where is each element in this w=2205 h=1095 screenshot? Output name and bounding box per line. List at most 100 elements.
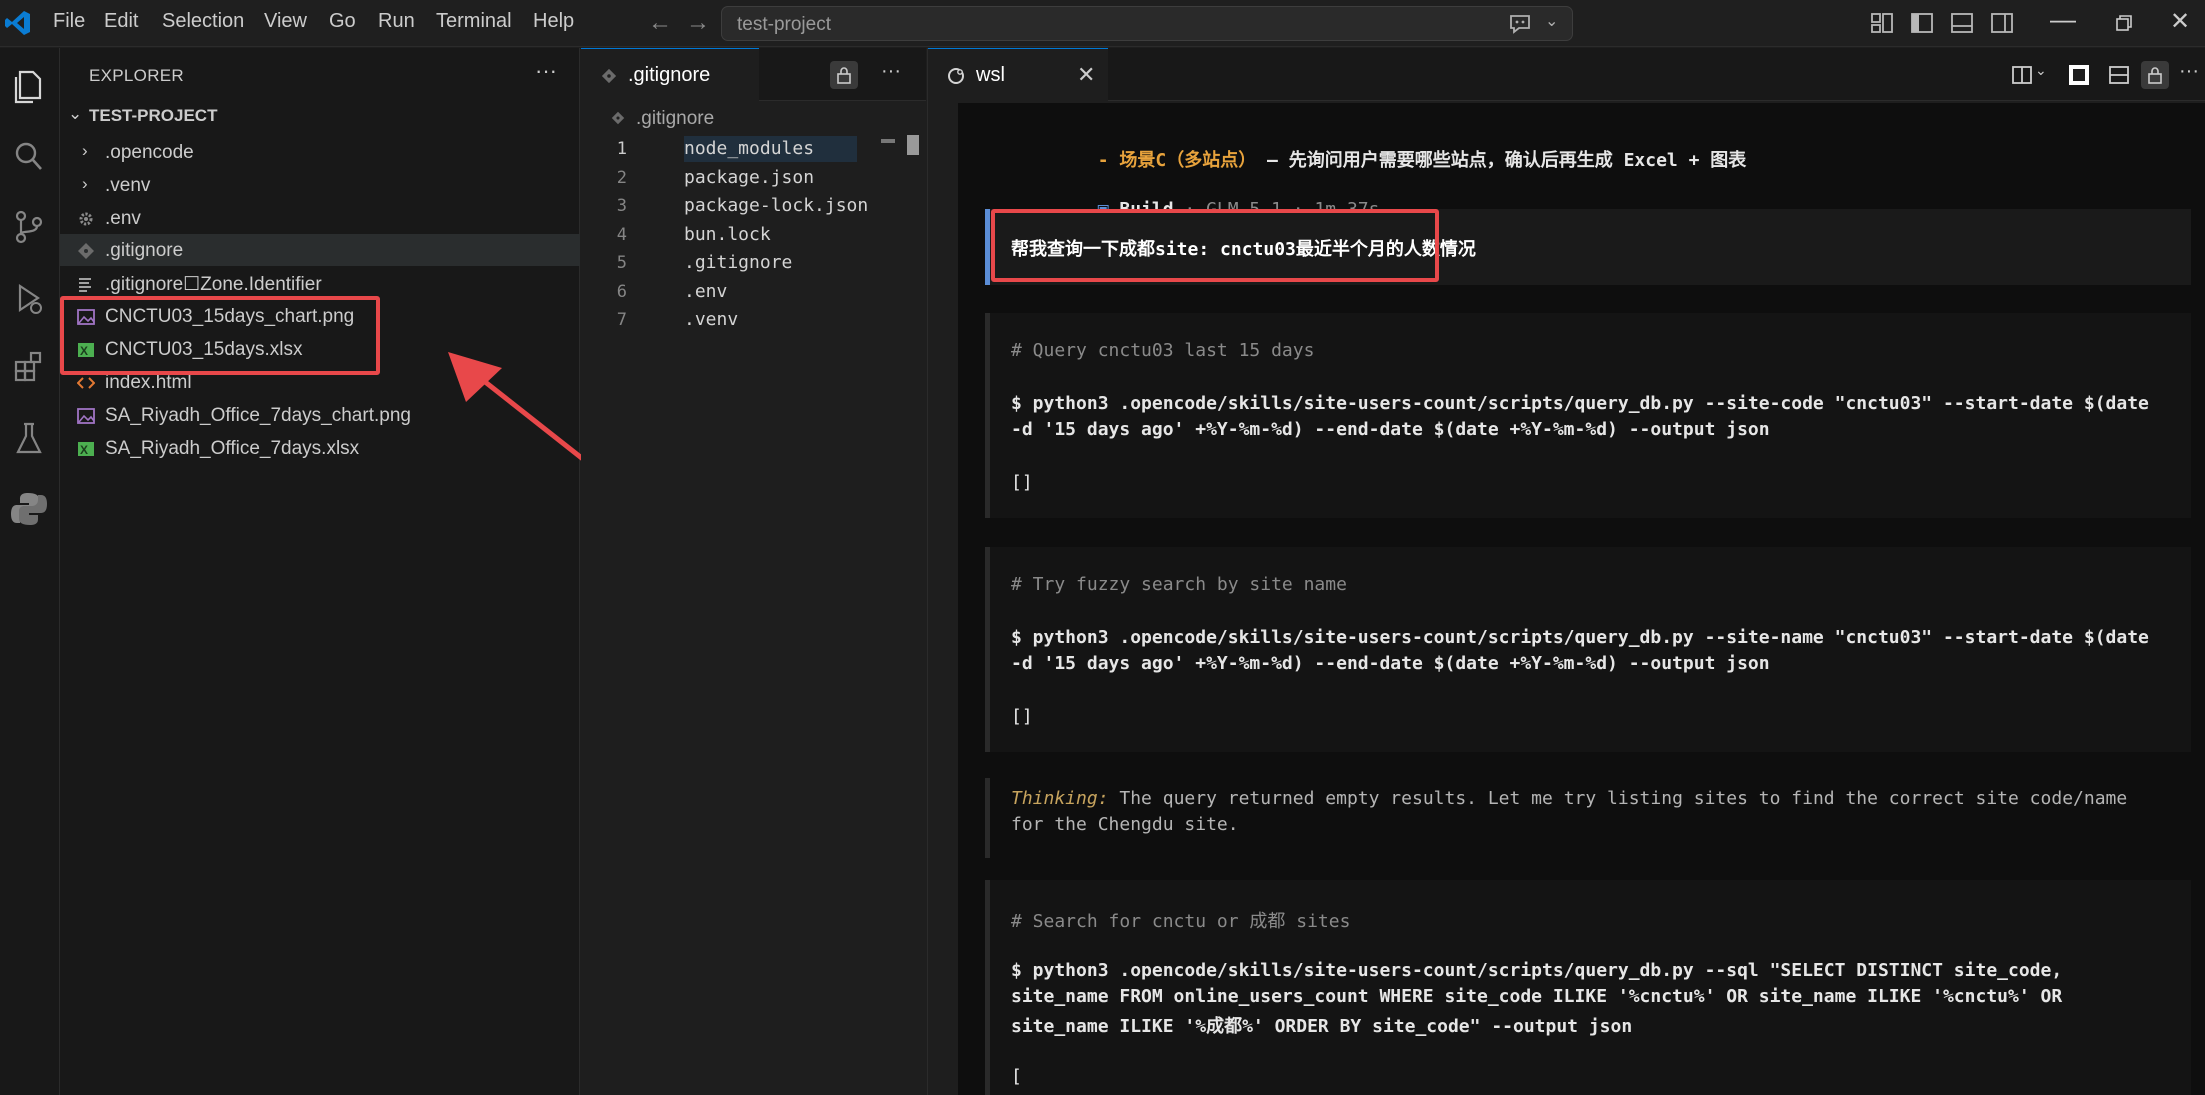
chevron-down-icon[interactable]: ⌄ [1545,11,1558,31]
menu-selection[interactable]: Selection [162,10,244,33]
command-center-search[interactable]: test-project ⌄ [721,6,1573,41]
menu-edit[interactable]: Edit [104,10,138,33]
thinking-text: for the Chengdu site. [1011,814,1239,835]
copilot-chat-icon[interactable] [1508,13,1532,35]
source-control-icon[interactable] [8,206,50,248]
menu-go[interactable]: Go [329,10,356,33]
tree-item-gitignore-zone[interactable]: .gitignore☐Zone.Identifier [60,267,580,299]
tree-item-label: .gitignore [105,240,184,261]
tree-item-label: SA_Riyadh_Office_7days.xlsx [105,438,360,459]
code-area[interactable]: node_modules package.json package-lock.j… [581,133,926,353]
block-comment: # Try fuzzy search by site name [1011,574,1347,595]
code-line: .gitignore [684,252,793,273]
split-editor-icon[interactable] [2011,64,2033,86]
thinking-label: Thinking: [1011,788,1109,809]
minimize-icon[interactable]: — [2050,4,2076,35]
menu-terminal[interactable]: Terminal [436,10,512,33]
project-folder[interactable]: TEST-PROJECT [89,106,217,126]
block-output: [ [1011,1066,1022,1087]
maximize-panel-icon[interactable] [2068,64,2090,86]
tab-wsl[interactable]: wsl ✕ [928,48,1108,101]
extensions-icon[interactable] [8,346,50,388]
editor-tab-bar: wsl ✕ ⌄ ··· [928,48,2205,101]
lock-icon[interactable] [2141,61,2169,89]
thinking-text: The query returned empty results. Let me… [1108,788,2128,809]
command-center-text: test-project [737,14,831,35]
tree-item-gitignore[interactable]: .gitignore [60,234,580,266]
code-line: .env [684,281,728,302]
editor-tab-bar: .gitignore ··· [581,48,926,101]
git-file-icon [601,68,617,84]
explorer-icon[interactable] [8,66,50,108]
editor-more-actions[interactable]: ··· [2179,60,2199,83]
minimap[interactable] [881,135,926,155]
highlight-box [60,296,380,375]
tool-call-block: # Search for cnctu or 成都 sites $ python3… [985,880,2191,1095]
menu-help[interactable]: Help [533,10,574,33]
toggle-primary-sidebar-icon[interactable] [1910,11,1934,35]
layout-customize-icon[interactable] [1870,11,1894,35]
search-icon[interactable] [8,136,50,178]
breadcrumb[interactable]: .gitignore [636,108,714,130]
python-icon[interactable] [8,488,50,530]
toggle-panel-icon[interactable] [1950,11,1974,35]
layout-panel-icon[interactable] [2108,64,2130,86]
chevron-down-icon[interactable]: ⌄ [68,104,82,124]
menu-run[interactable]: Run [378,10,415,33]
block-command: $ python3 .opencode/skills/site-users-co… [1011,960,2063,981]
scenario-prefix: - 场景C（多站点） [1097,150,1257,171]
menu-file[interactable]: File [53,10,85,33]
highlight-box [991,209,1439,282]
chevron-right-icon: › [82,174,88,193]
tree-item-label: .opencode [105,142,194,163]
tree-item-label: SA_Riyadh_Office_7days_chart.png [105,405,411,426]
block-command: $ python3 .opencode/skills/site-users-co… [1011,393,2149,414]
menu-view[interactable]: View [264,10,307,33]
explorer-more-actions[interactable]: ··· [535,58,557,84]
code-line: bun.lock [684,224,771,245]
block-command: site_name FROM online_users_count WHERE … [1011,986,2063,1007]
lock-icon[interactable] [830,61,858,89]
scenario-text: – 先询问用户需要哪些站点，确认后再生成 Excel + 图表 [1256,150,1747,171]
gear-icon [79,212,93,226]
tree-item-venv[interactable]: › .venv [60,169,580,201]
editor-wsl: wsl ✕ ⌄ ··· - 场景C（多站点） – 先询问用户需要哪些站点，确认后… [927,48,2205,1095]
thinking-block: Thinking: The query returned empty resul… [985,778,2191,858]
chevron-down-icon[interactable]: ⌄ [2035,62,2047,79]
close-window-icon[interactable]: ✕ [2170,7,2190,36]
git-file-icon [611,111,625,125]
editor-more-actions[interactable]: ··· [881,60,901,83]
forward-arrow-icon[interactable]: → [686,9,710,37]
tree-item-env[interactable]: .env [60,202,580,234]
code-line: package-lock.json [684,195,869,216]
block-comment: # Search for cnctu or 成都 sites [1011,911,1351,932]
block-command: -d '15 days ago' +%Y-%m-%d) --end-date $… [1011,653,1770,674]
code-line: .venv [684,309,739,330]
terminal-output[interactable]: - 场景C（多站点） – 先询问用户需要哪些站点，确认后再生成 Excel + … [958,103,2205,1095]
back-arrow-icon[interactable]: ← [648,9,672,37]
tree-item-label: .gitignore☐Zone.Identifier [105,274,322,295]
tab-label: .gitignore [628,64,711,86]
restore-icon[interactable] [2115,14,2133,32]
html-file-icon [77,377,95,389]
svg-text:X: X [80,443,88,457]
close-icon[interactable]: ✕ [1077,62,1095,88]
text-lines-icon [79,278,91,292]
block-output: [] [1011,706,1033,727]
block-comment: # Query cnctu03 last 15 days [1011,340,1315,361]
run-debug-icon[interactable] [8,278,50,320]
tree-item-label: index.html [105,372,192,393]
tree-item-label: .env [105,208,141,229]
tab-gitignore[interactable]: .gitignore [581,48,759,101]
tree-item-label: .venv [105,175,151,196]
tool-call-block: # Query cnctu03 last 15 days $ python3 .… [985,313,2191,518]
title-bar: File Edit Selection View Go Run Terminal… [0,0,2205,47]
tool-call-block: # Try fuzzy search by site name $ python… [985,547,2191,752]
code-line: node_modules [684,138,815,159]
git-file-icon [78,243,94,259]
tree-item-opencode[interactable]: › .opencode [60,136,580,168]
image-file-icon [77,408,95,424]
editor-gitignore: .gitignore ··· .gitignore 1 2 3 4 5 6 7 … [581,48,926,1095]
testing-icon[interactable] [8,418,50,460]
toggle-secondary-sidebar-icon[interactable] [1990,11,2014,35]
